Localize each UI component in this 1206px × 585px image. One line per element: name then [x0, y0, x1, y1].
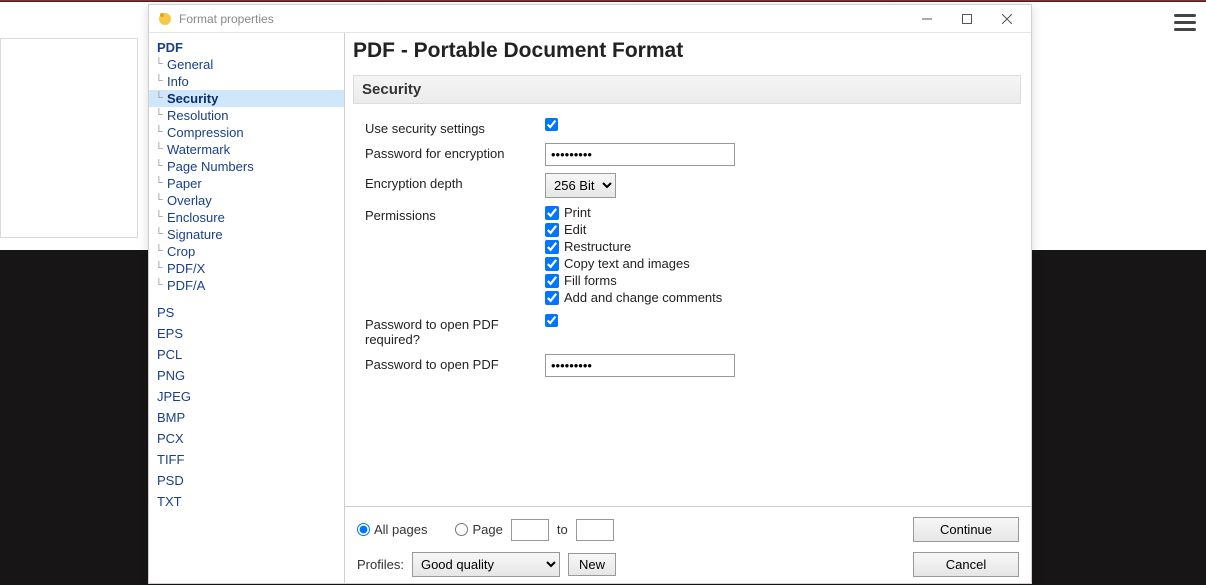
close-icon [1002, 14, 1012, 24]
format-tree: PDFGeneralInfoSecurityResolutionCompress… [149, 33, 345, 583]
select-enc-depth[interactable]: 128 Bit256 Bit [545, 173, 616, 198]
input-page-to[interactable] [576, 519, 614, 541]
label-permissions: Permissions [365, 205, 545, 223]
continue-button[interactable]: Continue [913, 517, 1019, 542]
tree-item-crop[interactable]: Crop [149, 243, 344, 260]
tree-format-txt[interactable]: TXT [149, 491, 344, 512]
permission-row: Copy text and images [545, 256, 1021, 271]
page-title: PDF - Portable Document Format [353, 39, 1021, 63]
permission-label: Add and change comments [564, 290, 722, 305]
radio-page-range-wrap[interactable]: Page [455, 522, 502, 537]
tree-root-pdf[interactable]: PDF [149, 39, 344, 56]
tree-item-watermark[interactable]: Watermark [149, 141, 344, 158]
checkbox-use-security[interactable] [545, 118, 558, 131]
close-button[interactable] [987, 6, 1027, 32]
radio-page-range[interactable] [455, 523, 468, 536]
tree-item-security[interactable]: Security [149, 90, 344, 107]
tree-item-general[interactable]: General [149, 56, 344, 73]
label-use-security: Use security settings [365, 118, 545, 136]
tree-item-pdf-x[interactable]: PDF/X [149, 260, 344, 277]
tree-format-psd[interactable]: PSD [149, 470, 344, 491]
permission-checkbox-copy-text-and-images[interactable] [545, 257, 559, 271]
permission-row: Fill forms [545, 273, 1021, 288]
tree-format-ps[interactable]: PS [149, 302, 344, 323]
permission-label: Restructure [564, 239, 631, 254]
section-header: Security [353, 75, 1021, 104]
tree-item-overlay[interactable]: Overlay [149, 192, 344, 209]
background-panel [0, 38, 138, 238]
minimize-button[interactable] [907, 6, 947, 32]
content-body: PDF - Portable Document Format Security … [345, 33, 1031, 506]
label-page: Page [472, 522, 502, 537]
permission-row: Add and change comments [545, 290, 1021, 305]
window-title: Format properties [179, 12, 274, 26]
permission-checkbox-edit[interactable] [545, 223, 559, 237]
tree-item-signature[interactable]: Signature [149, 226, 344, 243]
input-pw-encryption[interactable] [545, 143, 735, 166]
tree-format-eps[interactable]: EPS [149, 323, 344, 344]
permission-checkbox-add-and-change-comments[interactable] [545, 291, 559, 305]
maximize-icon [962, 14, 972, 24]
tree-format-pcl[interactable]: PCL [149, 344, 344, 365]
checkbox-pw-open-required[interactable] [545, 314, 558, 327]
format-properties-window: Format properties PDFGeneralInfoSecurity… [148, 4, 1032, 584]
app-icon [157, 11, 173, 27]
tree-format-pcx[interactable]: PCX [149, 428, 344, 449]
maximize-button[interactable] [947, 6, 987, 32]
permissions-list: Print Edit Restructure Copy text and images… [545, 205, 1021, 307]
tree-item-paper[interactable]: Paper [149, 175, 344, 192]
label-to: to [557, 522, 568, 537]
permission-row: Edit [545, 222, 1021, 237]
label-profiles: Profiles: [357, 557, 404, 572]
footer: All pages Page to Continue Profiles: Goo [345, 506, 1031, 583]
tree-format-png[interactable]: PNG [149, 365, 344, 386]
label-all-pages: All pages [374, 522, 427, 537]
input-pw-open[interactable] [545, 354, 735, 377]
label-enc-depth: Encryption depth [365, 173, 545, 191]
permission-checkbox-restructure[interactable] [545, 240, 559, 254]
permission-checkbox-fill-forms[interactable] [545, 274, 559, 288]
tree-format-jpeg[interactable]: JPEG [149, 386, 344, 407]
radio-all-pages[interactable] [357, 523, 370, 536]
minimize-icon [922, 14, 932, 24]
input-page-from[interactable] [511, 519, 549, 541]
permission-row: Print [545, 205, 1021, 220]
permission-row: Restructure [545, 239, 1021, 254]
tree-format-bmp[interactable]: BMP [149, 407, 344, 428]
cancel-button[interactable]: Cancel [913, 552, 1019, 577]
hamburger-menu-icon[interactable] [1174, 10, 1196, 32]
label-pw-encryption: Password for encryption [365, 143, 545, 161]
new-button[interactable]: New [568, 553, 616, 576]
title-bar: Format properties [149, 5, 1031, 33]
permission-checkbox-print[interactable] [545, 206, 559, 220]
permission-label: Edit [564, 222, 586, 237]
permission-label: Print [564, 205, 591, 220]
tree-item-pdf-a[interactable]: PDF/A [149, 277, 344, 294]
label-pw-open: Password to open PDF [365, 354, 545, 372]
select-profile[interactable]: Good quality [412, 552, 560, 577]
tree-item-info[interactable]: Info [149, 73, 344, 90]
permission-label: Copy text and images [564, 256, 690, 271]
tree-item-enclosure[interactable]: Enclosure [149, 209, 344, 226]
tree-item-compression[interactable]: Compression [149, 124, 344, 141]
permission-label: Fill forms [564, 273, 617, 288]
radio-all-pages-wrap[interactable]: All pages [357, 522, 427, 537]
tree-format-tiff[interactable]: TIFF [149, 449, 344, 470]
tree-item-page-numbers[interactable]: Page Numbers [149, 158, 344, 175]
label-pw-open-required: Password to open PDF required? [365, 314, 545, 347]
tree-item-resolution[interactable]: Resolution [149, 107, 344, 124]
